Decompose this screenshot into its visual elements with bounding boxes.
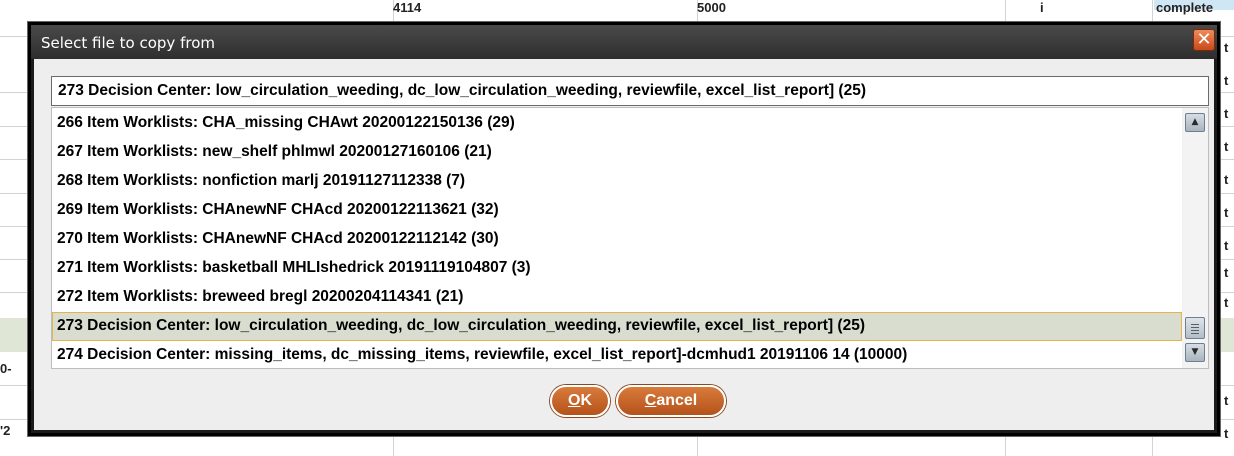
background-cell: complete	[1156, 0, 1214, 15]
dialog-title: Select file to copy from	[41, 34, 215, 52]
cancel-button-label: ancel	[656, 392, 698, 409]
grip-line	[1191, 330, 1199, 331]
list-item[interactable]: 271 Item Worklists: basketball MHLIshedr…	[52, 254, 1182, 283]
background-cell: 5000	[697, 0, 726, 15]
list-item-selected[interactable]: 273 Decision Center: low_circulation_wee…	[52, 312, 1182, 341]
ok-button[interactable]: OK	[550, 385, 610, 417]
background-cell-fragment: t	[1224, 426, 1229, 441]
grip-line	[1191, 333, 1199, 334]
background-cell-fragment: t	[1224, 265, 1229, 280]
ok-button-label: K	[580, 392, 592, 409]
arrow-up-icon[interactable]: ▲	[1185, 113, 1205, 132]
list-item[interactable]: 269 Item Worklists: CHAnewNF CHAcd 20200…	[52, 196, 1182, 225]
list-item[interactable]: 266 Item Worklists: CHA_missing CHAwt 20…	[52, 109, 1182, 138]
ok-button-mnemonic: O	[567, 392, 581, 409]
list-item[interactable]: 267 Item Worklists: new_shelf phlmwl 202…	[52, 138, 1182, 167]
dialog-content: 273 Decision Center: low_circulation_wee…	[34, 59, 1214, 430]
list-item[interactable]: 274 Decision Center: missing_items, dc_m…	[52, 341, 1182, 368]
arrow-down-icon[interactable]: ▼	[1185, 343, 1205, 362]
scrollbar-track[interactable]	[1185, 134, 1205, 341]
list-item[interactable]: 272 Item Worklists: breweed bregl 202002…	[52, 283, 1182, 312]
file-list-items: 266 Item Worklists: CHA_missing CHAwt 20…	[52, 109, 1182, 368]
grip-line	[1191, 324, 1199, 325]
background-cell-fragment: t	[1224, 106, 1229, 121]
cancel-button-mnemonic: C	[644, 392, 657, 409]
background-cell-fragment: t	[1224, 238, 1229, 253]
list-item[interactable]: 268 Item Worklists: nonfiction marlj 201…	[52, 167, 1182, 196]
cancel-button[interactable]: Cancel	[616, 385, 726, 417]
background-cell-fragment: t	[1224, 73, 1229, 88]
file-list[interactable]: 266 Item Worklists: CHA_missing CHAwt 20…	[51, 107, 1209, 369]
background-cell-fragment: t	[1224, 295, 1229, 310]
grip-line	[1191, 327, 1199, 328]
background-cell-fragment: 0-	[0, 361, 12, 376]
background-cell: 4114	[393, 0, 422, 15]
dialog-title-bar[interactable]: Select file to copy from ✕	[31, 25, 1217, 59]
background-cell-fragment: '2	[0, 423, 11, 438]
close-icon[interactable]: ✕	[1193, 29, 1215, 51]
background-cell: i	[1040, 0, 1044, 15]
background-cell-fragment: t	[1224, 172, 1229, 187]
background-cell-fragment: t	[1224, 393, 1229, 408]
background-cell-fragment: t	[1224, 139, 1229, 154]
selected-file-field[interactable]: 273 Decision Center: low_circulation_wee…	[51, 76, 1209, 106]
background-cell-fragment: t	[1224, 40, 1229, 55]
select-file-dialog: Select file to copy from ✕ 273 Decision …	[28, 22, 1220, 436]
list-item[interactable]: 270 Item Worklists: CHAnewNF CHAcd 20200…	[52, 225, 1182, 254]
background-cell-fragment: t	[1224, 205, 1229, 220]
scrollbar-thumb[interactable]	[1185, 317, 1205, 339]
list-scrollbar[interactable]: ▲ ▼	[1182, 108, 1208, 368]
